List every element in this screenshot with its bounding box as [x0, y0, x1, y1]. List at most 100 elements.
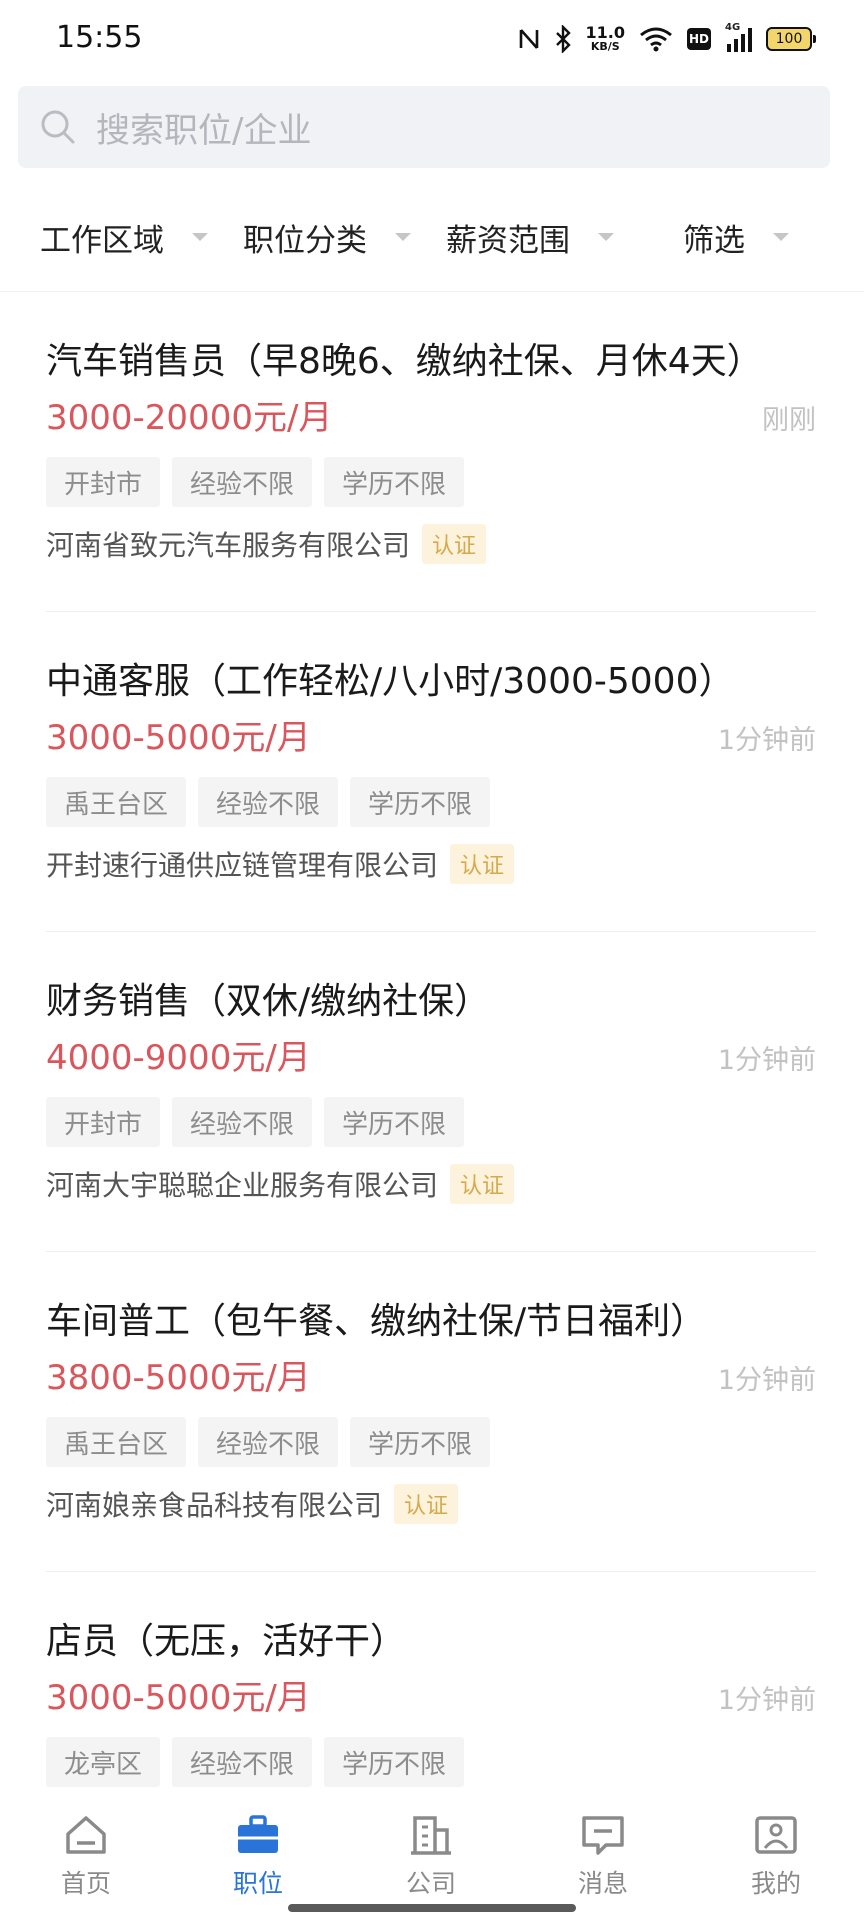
hd-icon: HD: [687, 28, 711, 50]
home-indicator[interactable]: [288, 1904, 576, 1912]
filter-salary-range[interactable]: 薪资范围: [446, 212, 614, 262]
location-tag: 开封市: [46, 1097, 161, 1147]
battery-icon: 100: [766, 27, 816, 51]
education-tag: 学历不限: [350, 777, 491, 827]
job-card[interactable]: 中通客服（工作轻松/八小时/3000-5000） 3000-5000元/月 1分…: [46, 612, 816, 932]
job-salary: 3000-20000元/月: [46, 398, 333, 438]
profile-icon: [755, 1816, 797, 1854]
job-company: 河南娘亲食品科技有限公司 认证: [46, 1484, 459, 1524]
wifi-icon: [640, 27, 672, 52]
company-name: 河南大宇聪聪企业服务有限公司: [46, 1169, 439, 1202]
nfc-icon: [519, 29, 538, 49]
bottom-nav: 首页 职位 公司 消息 我的: [0, 1796, 864, 1920]
message-icon: [582, 1816, 624, 1855]
job-salary: 4000-9000元/月: [46, 1038, 311, 1078]
verified-badge: 认证: [450, 844, 515, 884]
signal-label: 4G: [725, 22, 741, 33]
nav-label: 我的: [750, 1869, 801, 1898]
verified-badge: 认证: [422, 524, 487, 564]
job-title: 店员（无压，活好干）: [46, 1621, 407, 1662]
status-time: 15:55: [56, 20, 143, 55]
job-title: 中通客服（工作轻松/八小时/3000-5000）: [46, 661, 735, 702]
job-salary: 3800-5000元/月: [46, 1358, 311, 1398]
job-time: 1分钟前: [717, 1365, 816, 1396]
job-tags: 开封市 经验不限 学历不限: [46, 1097, 465, 1147]
company-name: 河南省致元汽车服务有限公司: [46, 529, 411, 562]
experience-tag: 经验不限: [198, 777, 339, 827]
nav-jobs[interactable]: 职位: [198, 1812, 318, 1900]
nav-home[interactable]: 首页: [26, 1812, 146, 1900]
verified-badge: 认证: [394, 1484, 459, 1524]
job-company: 河南省致元汽车服务有限公司 认证: [46, 524, 487, 564]
job-title: 财务销售（双休/缴纳社保）: [46, 981, 491, 1022]
education-tag: 学历不限: [324, 1097, 465, 1147]
network-speed-value: 11.0: [585, 23, 625, 42]
search-icon: [41, 110, 75, 144]
education-tag: 学历不限: [324, 457, 465, 507]
experience-tag: 经验不限: [172, 457, 313, 507]
experience-tag: 经验不限: [198, 1417, 339, 1467]
nav-label: 职位: [232, 1869, 283, 1898]
company-name: 河南娘亲食品科技有限公司: [46, 1489, 383, 1522]
verified-badge: 认证: [450, 1164, 515, 1204]
location-tag: 龙亭区: [46, 1737, 161, 1787]
filter-label: 薪资范围: [446, 222, 570, 259]
nav-label: 公司: [405, 1869, 456, 1898]
job-salary: 3000-5000元/月: [46, 718, 311, 758]
education-tag: 学历不限: [350, 1417, 491, 1467]
job-company: 河南大宇聪聪企业服务有限公司 认证: [46, 1164, 515, 1204]
search-input[interactable]: 搜索职位/企业: [18, 86, 830, 168]
job-title: 汽车销售员（早8晚6、缴纳社保、月休4天）: [46, 341, 763, 382]
home-icon: [66, 1816, 106, 1854]
filter-bar: 工作区域 职位分类 薪资范围 筛选: [0, 200, 864, 292]
job-tags: 龙亭区 经验不限 学历不限: [46, 1737, 465, 1787]
caret-down-icon: [598, 233, 614, 241]
location-tag: 开封市: [46, 457, 161, 507]
job-tags: 禹王台区 经验不限 学历不限: [46, 777, 491, 827]
job-company: 开封速行通供应链管理有限公司 认证: [46, 844, 515, 884]
location-tag: 禹王台区: [46, 1417, 187, 1467]
signal-icon: 4G: [725, 22, 752, 52]
nav-profile[interactable]: 我的: [716, 1812, 836, 1900]
job-card[interactable]: 车间普工（包午餐、缴纳社保/节日福利） 3800-5000元/月 1分钟前 禹王…: [46, 1252, 816, 1572]
experience-tag: 经验不限: [172, 1737, 313, 1787]
experience-tag: 经验不限: [172, 1097, 313, 1147]
job-time: 1分钟前: [717, 725, 816, 756]
battery-level: 100: [775, 31, 803, 47]
filter-work-area[interactable]: 工作区域: [40, 212, 208, 262]
building-icon: [411, 1816, 451, 1855]
status-bar: 15:55 11.0 KB/S HD 4G 100: [0, 0, 864, 78]
job-time: 1分钟前: [717, 1685, 816, 1716]
job-time: 1分钟前: [717, 1045, 816, 1076]
job-card[interactable]: 汽车销售员（早8晚6、缴纳社保、月休4天） 3000-20000元/月 刚刚 开…: [46, 292, 816, 612]
filter-screen[interactable]: 筛选: [683, 212, 789, 262]
status-icons: 11.0 KB/S HD 4G 100: [518, 22, 816, 56]
filter-label: 筛选: [683, 222, 745, 259]
job-time: 刚刚: [762, 405, 816, 436]
search-placeholder: 搜索职位/企业: [96, 110, 312, 151]
job-title: 车间普工（包午餐、缴纳社保/节日福利）: [46, 1301, 707, 1342]
network-speed-unit: KB/S: [590, 40, 620, 53]
job-salary: 3000-5000元/月: [46, 1678, 311, 1718]
filter-label: 职位分类: [243, 222, 367, 259]
nav-label: 消息: [577, 1869, 628, 1898]
nav-messages[interactable]: 消息: [543, 1812, 663, 1900]
filter-job-category[interactable]: 职位分类: [243, 212, 411, 262]
network-speed: 11.0 KB/S: [586, 25, 625, 53]
location-tag: 禹王台区: [46, 777, 187, 827]
caret-down-icon: [395, 233, 411, 241]
job-card[interactable]: 财务销售（双休/缴纳社保） 4000-9000元/月 1分钟前 开封市 经验不限…: [46, 932, 816, 1252]
nav-company[interactable]: 公司: [371, 1812, 491, 1900]
bluetooth-icon: [555, 25, 571, 53]
filter-label: 工作区域: [40, 222, 164, 259]
nav-label: 首页: [60, 1869, 111, 1898]
caret-down-icon: [773, 233, 789, 241]
education-tag: 学历不限: [324, 1737, 465, 1787]
caret-down-icon: [192, 233, 208, 241]
job-list: 汽车销售员（早8晚6、缴纳社保、月休4天） 3000-20000元/月 刚刚 开…: [46, 292, 816, 1892]
job-tags: 禹王台区 经验不限 学历不限: [46, 1417, 491, 1467]
briefcase-icon: [238, 1815, 278, 1853]
company-name: 开封速行通供应链管理有限公司: [46, 849, 439, 882]
job-tags: 开封市 经验不限 学历不限: [46, 457, 465, 507]
hd-label: HD: [688, 32, 709, 46]
